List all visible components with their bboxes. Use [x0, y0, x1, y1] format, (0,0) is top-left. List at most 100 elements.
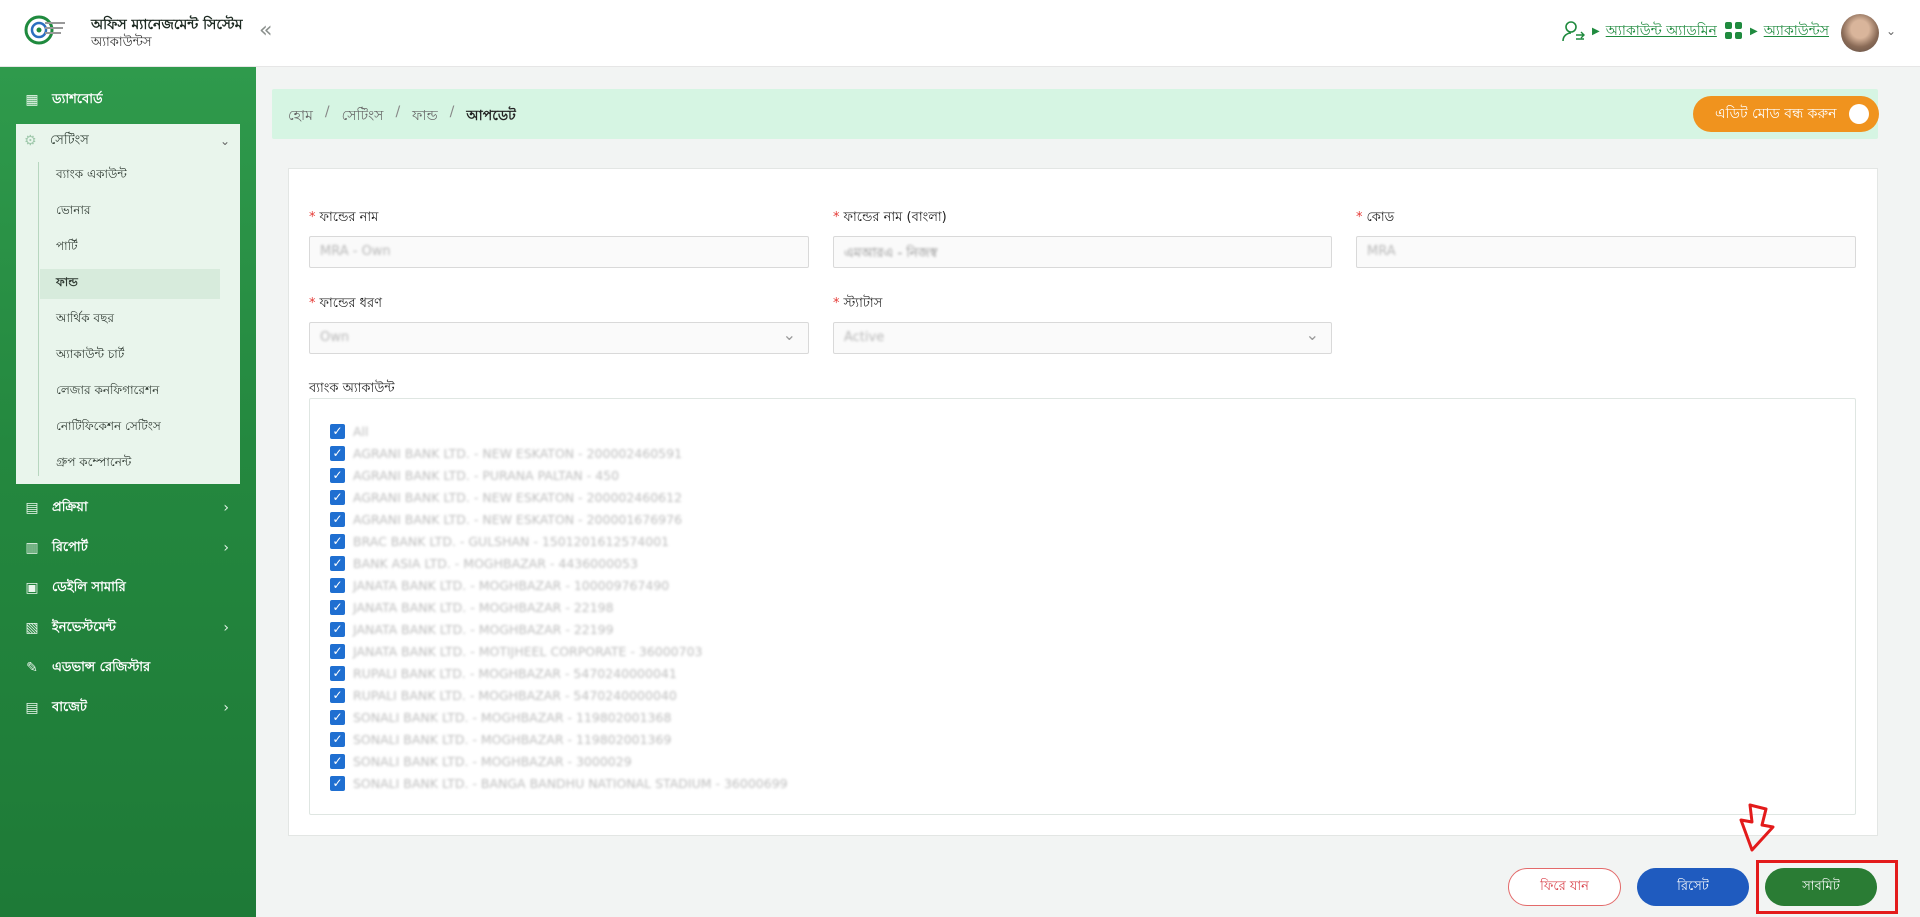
checkbox-item[interactable]: ✓ SONALI BANK LTD. - MOGHBAZAR - 11980200… — [330, 708, 671, 726]
gear-icon: ⚙ — [24, 133, 37, 149]
checkbox-checked-icon[interactable]: ✓ — [330, 731, 345, 747]
fund-type-select[interactable]: Own — [309, 322, 809, 354]
submenu-item-fund[interactable]: ফান্ড — [40, 269, 220, 299]
checkbox-checked-icon[interactable]: ✓ — [330, 577, 345, 593]
checkbox-item[interactable]: ✓ All — [330, 422, 369, 440]
chevron-right-icon: › — [223, 700, 229, 716]
checkbox-label: SONALI BANK LTD. - MOGHBAZAR - 119802001… — [353, 709, 672, 725]
right-caret-icon: ▶ — [1592, 25, 1600, 37]
checkbox-checked-icon[interactable]: ✓ — [330, 445, 345, 461]
checkbox-label: JANATA BANK LTD. - MOGHBAZAR - 22199 — [353, 621, 614, 637]
breadcrumb-home[interactable]: হোম — [288, 104, 313, 128]
pointer-arrow-icon — [1739, 803, 1775, 852]
required-mark: * — [1356, 210, 1363, 225]
checkbox-item[interactable]: ✓ AGRANI BANK LTD. - NEW ESKATON - 200002… — [330, 444, 682, 462]
checkbox-checked-icon[interactable]: ✓ — [330, 709, 345, 725]
required-mark: * — [309, 296, 316, 311]
sidebar-item-process[interactable]: ▤ প্রক্রিয়া › — [24, 490, 239, 526]
submenu-item-ledger-config[interactable]: লেজার কনফিগারেশন — [40, 377, 220, 407]
account-admin-link[interactable]: ▶ অ্যাকাউন্ট অ্যাডমিন — [1562, 19, 1717, 43]
checkbox-label: JANATA BANK LTD. - MOTIJHEEL CORPORATE -… — [353, 643, 703, 659]
accounts-link[interactable]: ▶ অ্যাকাউন্টস — [1724, 19, 1829, 43]
checkbox-item[interactable]: ✓ JANATA BANK LTD. - MOGHBAZAR - 22199 — [330, 620, 614, 638]
sidebar-item-settings[interactable]: ⚙ সেটিংস ⌄ — [16, 124, 240, 158]
checkbox-label: RUPALI BANK LTD. - MOGHBAZAR - 547024000… — [353, 665, 677, 681]
checkbox-label: BRAC BANK LTD. - GULSHAN - 1501201612574… — [353, 533, 670, 549]
checkbox-item[interactable]: ✓ AGRANI BANK LTD. - PURANA PALTAN - 450 — [330, 466, 619, 484]
edit-mode-toggle[interactable]: এডিট মোড বন্ধ করুন — [1693, 96, 1879, 132]
breadcrumb-settings[interactable]: সেটিংস — [342, 104, 384, 128]
checkbox-item[interactable]: ✓ RUPALI BANK LTD. - MOGHBAZAR - 54702400… — [330, 686, 677, 704]
checkbox-checked-icon[interactable]: ✓ — [330, 555, 345, 571]
checkbox-checked-icon[interactable]: ✓ — [330, 775, 345, 791]
fund-type-label: * ফান্ডের ধরণ — [309, 294, 382, 315]
breadcrumb: হোম / সেটিংস / ফান্ড / আপডেট — [288, 104, 516, 128]
submit-button[interactable]: সাবমিট — [1765, 868, 1877, 906]
sidebar-item-report[interactable]: ▥ রিপোর্ট › — [24, 530, 239, 566]
user-avatar[interactable] — [1841, 14, 1879, 52]
checkbox-checked-icon[interactable]: ✓ — [330, 687, 345, 703]
checkbox-item[interactable]: ✓ BANK ASIA LTD. - MOGHBAZAR - 4436000053 — [330, 554, 638, 572]
checkbox-item[interactable]: ✓ SONALI BANK LTD. - MOGHBAZAR - 11980200… — [330, 730, 671, 748]
sidebar-item-label: বাজেট — [52, 699, 87, 715]
back-button[interactable]: ফিরে যান — [1508, 868, 1621, 906]
checkbox-checked-icon[interactable]: ✓ — [330, 621, 345, 637]
dashboard-icon: ▦ — [25, 92, 39, 108]
checkbox-item[interactable]: ✓ AGRANI BANK LTD. - NEW ESKATON - 200001… — [330, 510, 682, 528]
checkbox-checked-icon[interactable]: ✓ — [330, 665, 345, 681]
sidebar-item-daily-summary[interactable]: ▣ ডেইলি সামারি — [24, 570, 239, 606]
chevron-down-icon[interactable]: ⌄ — [1886, 24, 1896, 38]
sidebar-item-label: রিপোর্ট — [52, 539, 88, 555]
submenu-item-group-component[interactable]: গ্রুপ কম্পোনেন্ট — [40, 449, 220, 479]
submenu-item-notification-settings[interactable]: নোটিফিকেশন সেটিংস — [40, 413, 220, 443]
checkbox-checked-icon[interactable]: ✓ — [330, 599, 345, 615]
checkbox-item[interactable]: ✓ SONALI BANK LTD. - BANGA BANDHU NATIONA… — [330, 774, 788, 792]
sidebar-item-label: সেটিংস — [50, 132, 89, 148]
budget-icon: ▤ — [25, 700, 39, 716]
sidebar-item-label: ইনভেস্টমেন্ট — [52, 619, 116, 635]
status-value: Active — [844, 330, 885, 345]
fund-name-bn-input[interactable]: এমআরএ - নিজস্ব — [833, 236, 1332, 268]
submenu-item-voucher[interactable]: ভোনার — [40, 197, 220, 227]
submenu-item-party[interactable]: পার্টি — [40, 233, 220, 263]
status-select[interactable]: Active — [833, 322, 1332, 354]
checkbox-checked-icon[interactable]: ✓ — [330, 533, 345, 549]
checkbox-label: AGRANI BANK LTD. - PURANA PALTAN - 450 — [353, 467, 620, 483]
checkbox-item[interactable]: ✓ AGRANI BANK LTD. - NEW ESKATON - 200002… — [330, 488, 682, 506]
submenu-rule — [38, 162, 39, 476]
code-input[interactable]: MRA — [1356, 236, 1856, 268]
checkbox-item[interactable]: ✓ BRAC BANK LTD. - GULSHAN - 150120161257… — [330, 532, 669, 550]
app-subtitle: অ্যাকাউন্টস — [91, 35, 152, 50]
submenu-item-fiscal-year[interactable]: আর্থিক বছর — [40, 305, 220, 335]
checkbox-label: AGRANI BANK LTD. - NEW ESKATON - 2000024… — [353, 489, 683, 505]
chevron-right-icon: › — [223, 540, 229, 556]
breadcrumb-fund[interactable]: ফান্ড — [412, 104, 437, 128]
checkbox-checked-icon[interactable]: ✓ — [330, 423, 345, 439]
sidebar-item-advance-register[interactable]: ✎ এডভান্স রেজিস্টার — [24, 650, 239, 686]
toggle-knob — [1849, 104, 1869, 124]
fund-name-input[interactable]: MRA - Own — [309, 236, 809, 268]
breadcrumb-current: আপডেট — [466, 108, 516, 124]
checkbox-item[interactable]: ✓ RUPALI BANK LTD. - MOGHBAZAR - 54702400… — [330, 664, 677, 682]
checkbox-item[interactable]: ✓ JANATA BANK LTD. - MOGHBAZAR - 22198 — [330, 598, 614, 616]
code-value: MRA — [1367, 244, 1396, 259]
summary-icon: ▣ — [25, 580, 39, 596]
sidebar-item-budget[interactable]: ▤ বাজেট › — [24, 690, 239, 726]
checkbox-checked-icon[interactable]: ✓ — [330, 467, 345, 483]
checkbox-item[interactable]: ✓ JANATA BANK LTD. - MOGHBAZAR - 10000976… — [330, 576, 669, 594]
checkbox-label: SONALI BANK LTD. - BANGA BANDHU NATIONAL… — [353, 775, 788, 791]
reset-button[interactable]: রিসেট — [1637, 868, 1749, 906]
checkbox-checked-icon[interactable]: ✓ — [330, 753, 345, 769]
sidebar-item-dashboard[interactable]: ▦ ড্যাশবোর্ড — [24, 82, 239, 118]
user-switch-icon — [1562, 21, 1585, 42]
sidebar-item-investment[interactable]: ▧ ইনভেস্টমেন্ট › — [24, 610, 239, 646]
checkbox-item[interactable]: ✓ JANATA BANK LTD. - MOTIJHEEL CORPORATE … — [330, 642, 703, 660]
sidebar-item-label: প্রক্রিয়া — [52, 499, 88, 515]
submenu-item-account-chart[interactable]: অ্যাকাউন্ট চার্ট — [40, 341, 220, 371]
checkbox-checked-icon[interactable]: ✓ — [330, 643, 345, 659]
checkbox-item[interactable]: ✓ SONALI BANK LTD. - MOGHBAZAR - 3000029 — [330, 752, 632, 770]
collapse-sidebar-icon[interactable]: « — [259, 18, 272, 43]
submenu-item-bank-account[interactable]: ব্যাংক একাউন্ট — [40, 161, 220, 191]
checkbox-checked-icon[interactable]: ✓ — [330, 489, 345, 505]
checkbox-checked-icon[interactable]: ✓ — [330, 511, 345, 527]
